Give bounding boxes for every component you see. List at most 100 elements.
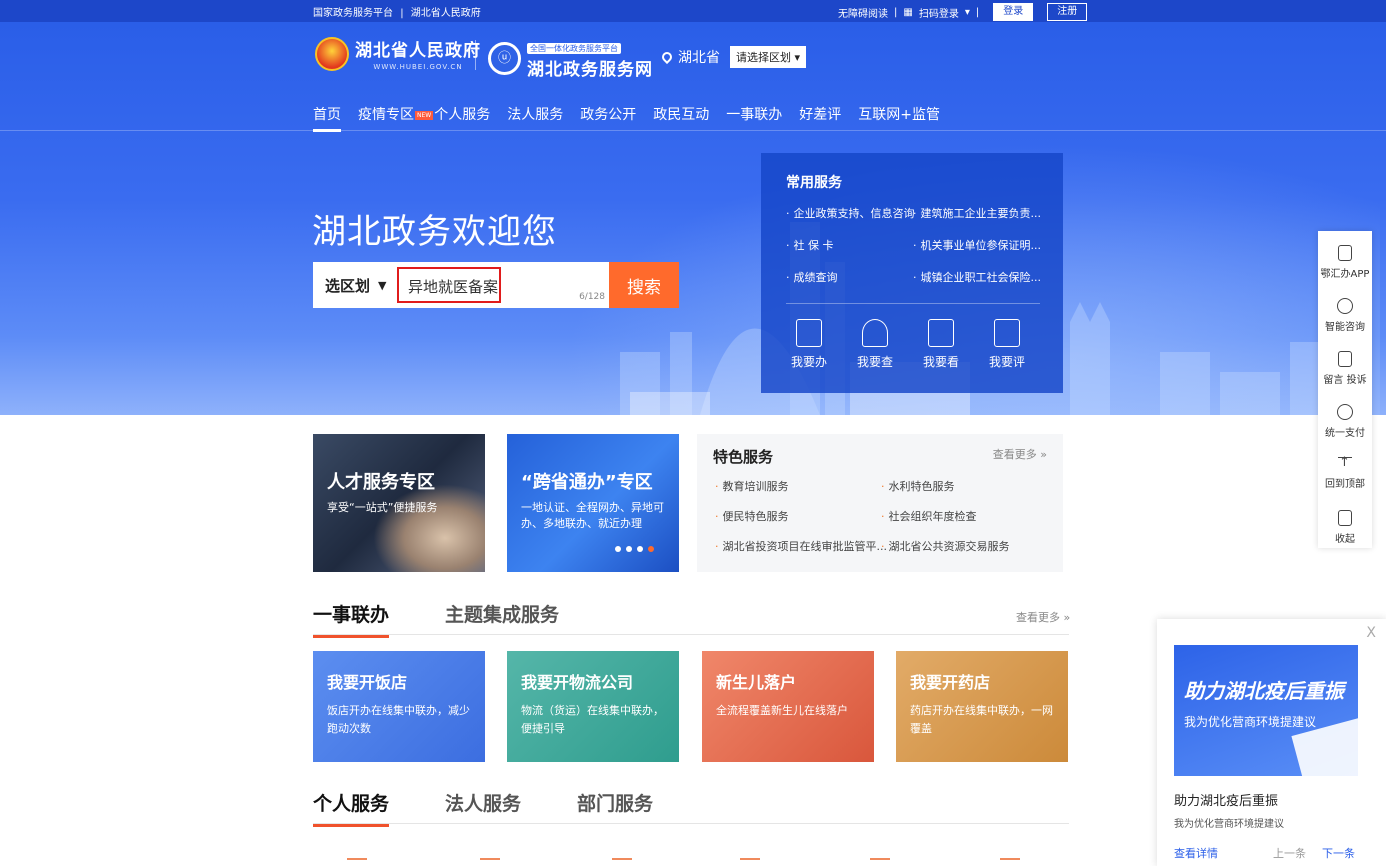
search-bar: 选区划 ▼ 异地就医备案 6/128 搜索 — [313, 262, 679, 308]
message-complaint[interactable]: 留言 投诉 — [1318, 351, 1372, 386]
collapse-toolbar[interactable]: 收起 — [1318, 510, 1372, 545]
unified-payment[interactable]: 统一支付 — [1318, 404, 1372, 439]
register-button[interactable]: 注册 — [1047, 3, 1088, 21]
featured-services: 特色服务 查看更多 » 教育培训服务 水利特色服务 便民特色服务 社会组织年度检… — [697, 434, 1063, 572]
nav-divider — [0, 130, 1386, 131]
quick-query[interactable]: 我要查 — [852, 319, 898, 370]
search-input[interactable]: 异地就医备案 6/128 — [393, 262, 609, 308]
carousel-dots[interactable] — [615, 546, 654, 552]
handle-icon — [796, 319, 822, 347]
section-divider — [313, 823, 1069, 824]
qr-login-link[interactable]: 扫码登录 — [919, 5, 959, 20]
char-count: 6/128 — [579, 292, 605, 302]
search-button[interactable]: 搜索 — [609, 262, 679, 308]
featured-item[interactable]: 湖北省投资项目在线审批监管平... — [715, 538, 888, 554]
service-tabs: 一事联办 主题集成服务 — [313, 600, 559, 638]
carousel-dot-active[interactable] — [648, 546, 654, 552]
more-label: 查看更多 — [1016, 611, 1060, 624]
nav-personal[interactable]: 个人服务 — [434, 104, 490, 124]
close-icon[interactable]: X — [1366, 625, 1376, 641]
tool-label: 鄂汇办APP — [1320, 269, 1370, 280]
featured-item[interactable]: 湖北省公共资源交易服务 — [881, 538, 1010, 554]
theme-card-pharmacy[interactable]: 我要开药店 药店开办在线集中联办，一网覆盖 — [896, 651, 1068, 762]
theme-desc: 饭店开办在线集中联办，减少跑动次数 — [327, 704, 470, 735]
nav-disclosure[interactable]: 政务公开 — [580, 104, 636, 124]
quick-do[interactable]: 我要办 — [786, 319, 832, 370]
tab-corporate[interactable]: 法人服务 — [445, 789, 521, 816]
double-chevron-right-icon: » — [1063, 611, 1071, 624]
nav-epidemic[interactable]: 疫情专区 NEW — [358, 104, 434, 124]
tab-theme-service[interactable]: 主题集成服务 — [445, 600, 559, 627]
region-select[interactable]: 请选择区划 ▾ — [730, 46, 807, 68]
quick-view[interactable]: 我要看 — [918, 319, 964, 370]
gov-name: 湖北省人民政府 — [355, 41, 481, 61]
next-item-link[interactable]: 下一条 — [1322, 845, 1355, 861]
carousel-dot[interactable] — [626, 546, 632, 552]
back-to-top[interactable]: 回到顶部 — [1318, 455, 1372, 490]
service-link[interactable]: 机关事业单位参保证明... — [913, 237, 1042, 253]
double-chevron-right-icon: » — [1040, 448, 1047, 461]
talent-service-card[interactable]: 人才服务专区 享受“一站式”便捷服务 — [313, 434, 485, 572]
provincial-gov-link[interactable]: 湖北省人民政府 — [411, 8, 481, 19]
nav-epidemic-label: 疫情专区 — [358, 107, 414, 123]
popup-banner[interactable]: 助力湖北疫后重振 我为优化营商环境提建议 — [1174, 645, 1358, 776]
carousel-dot[interactable] — [637, 546, 643, 552]
location-pin-icon — [659, 49, 675, 65]
service-icon[interactable] — [740, 858, 760, 866]
theme-card-logistics[interactable]: 我要开物流公司 物流（货运）在线集中联办，便捷引导 — [507, 651, 679, 762]
section-more-link[interactable]: 查看更多 » — [1016, 609, 1070, 625]
nav-interaction[interactable]: 政民互动 — [653, 104, 709, 124]
service-link[interactable]: 成绩查询 — [786, 269, 838, 285]
national-platform-link[interactable]: 国家政务服务平台 — [313, 8, 393, 19]
featured-more-link[interactable]: 查看更多 » — [993, 446, 1047, 462]
service-icon[interactable] — [1000, 858, 1020, 866]
service-link[interactable]: 建筑施工企业主要负责... — [913, 205, 1042, 221]
service-icon[interactable] — [612, 858, 632, 866]
service-link[interactable]: 城镇企业职工社会保险... — [913, 269, 1042, 285]
smart-consult[interactable]: 智能咨询 — [1318, 298, 1372, 333]
nav-supervision[interactable]: 互联网+监管 — [858, 104, 940, 124]
rate-icon — [994, 319, 1020, 347]
tab-personal[interactable]: 个人服务 — [313, 789, 390, 827]
service-link[interactable]: 企业政策支持、信息咨询 — [786, 205, 915, 221]
service-icon[interactable] — [347, 858, 367, 866]
accessibility-link[interactable]: 无障碍阅读 — [838, 5, 888, 20]
service-link[interactable]: 社 保 卡 — [786, 237, 834, 253]
platform-name: 湖北政务服务网 — [527, 60, 653, 80]
tab-one-stop[interactable]: 一事联办 — [313, 600, 390, 638]
featured-item[interactable]: 便民特色服务 — [715, 508, 789, 524]
featured-item[interactable]: 教育培训服务 — [715, 478, 789, 494]
login-button[interactable]: 登录 — [993, 3, 1034, 21]
gov-domain: WWW.HUBEI.GOV.CN — [373, 63, 463, 71]
top-divider: | — [894, 6, 898, 18]
card-subtitle: 一地认证、全程网办、异地可办、多地联办、就近办理 — [521, 501, 664, 530]
top-divider: | — [400, 8, 404, 19]
nav-home[interactable]: 首页 — [313, 104, 341, 132]
nav-rating[interactable]: 好差评 — [799, 104, 841, 124]
nav-corporate[interactable]: 法人服务 — [507, 104, 563, 124]
popup-subtitle: 我为优化营商环境提建议 — [1174, 819, 1284, 830]
carousel-dot[interactable] — [615, 546, 621, 552]
service-icon[interactable] — [480, 858, 500, 866]
quick-rate[interactable]: 我要评 — [984, 319, 1030, 370]
tool-label: 回到顶部 — [1325, 479, 1365, 490]
prev-item-link[interactable]: 上一条 — [1273, 845, 1306, 861]
platform-logo[interactable]: ⓤ 全国一体化政务服务平台 湖北政务服务网 — [488, 36, 653, 80]
service-icon[interactable] — [870, 858, 890, 866]
cross-province-card[interactable]: “跨省通办”专区 一地认证、全程网办、异地可办、多地联办、就近办理 — [507, 434, 679, 572]
theme-card-restaurant[interactable]: 我要开饭店 饭店开办在线集中联办，减少跑动次数 — [313, 651, 485, 762]
tab-department[interactable]: 部门服务 — [577, 789, 653, 816]
featured-title: 特色服务 — [713, 448, 774, 466]
featured-item[interactable]: 社会组织年度检查 — [881, 508, 977, 524]
view-detail-link[interactable]: 查看详情 — [1174, 845, 1218, 861]
current-location: 湖北省 — [678, 50, 720, 66]
region-dropdown[interactable]: 选区划 ▼ — [313, 262, 393, 308]
phone-icon — [1338, 245, 1352, 261]
theme-title: 新生儿落户 — [716, 673, 797, 692]
card-title: 人才服务专区 — [327, 472, 435, 493]
gov-logo[interactable]: 湖北省人民政府 WWW.HUBEI.GOV.CN — [315, 36, 481, 71]
theme-card-newborn[interactable]: 新生儿落户 全流程覆盖新生儿在线落户 — [702, 651, 874, 762]
nav-one-stop[interactable]: 一事联办 — [726, 104, 782, 124]
featured-item[interactable]: 水利特色服务 — [881, 478, 955, 494]
app-download[interactable]: 鄂汇办APP — [1318, 245, 1372, 280]
